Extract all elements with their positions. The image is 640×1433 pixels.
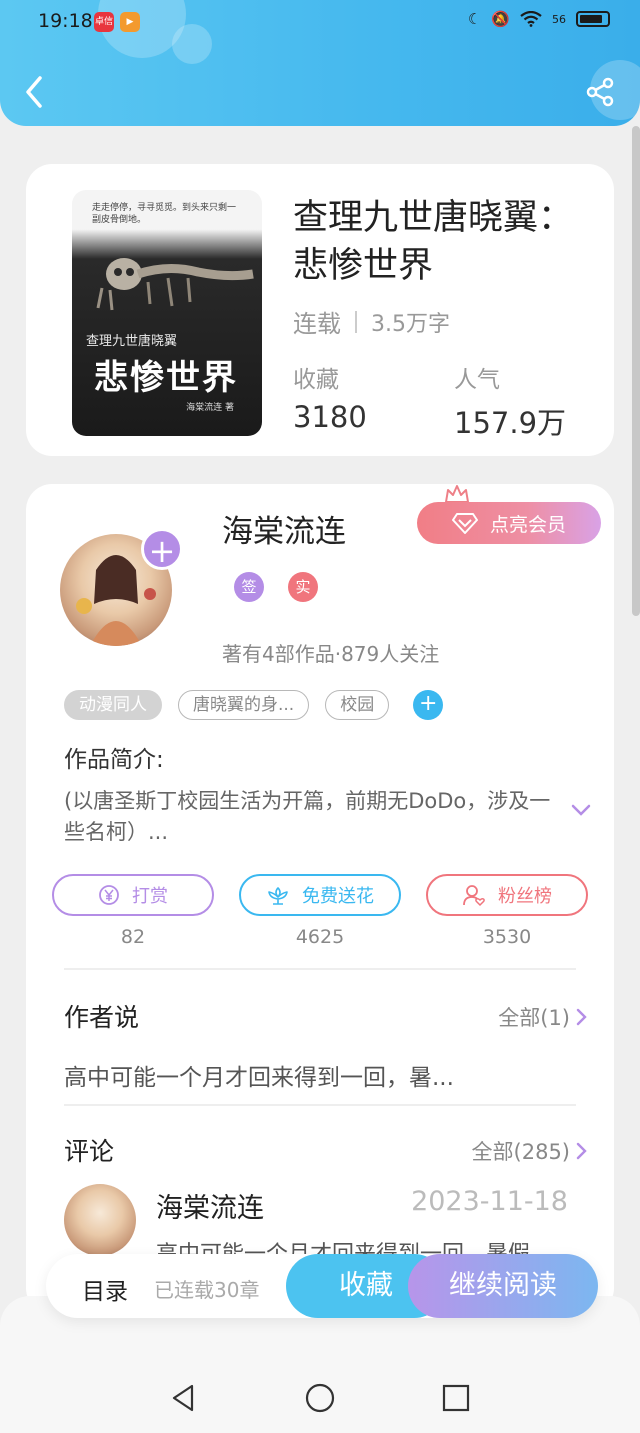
book-title: 查理九世唐晓翼：悲惨世界	[293, 198, 574, 286]
add-tag-button[interactable]: +	[413, 690, 444, 720]
wifi-icon	[520, 11, 542, 27]
author-says-text[interactable]: 高中可能一个月才回来得到一回，暑...	[64, 1058, 454, 1092]
flower-label: 免费送花	[302, 886, 374, 907]
nav-back-icon[interactable]	[168, 1382, 200, 1414]
section-divider	[64, 968, 576, 970]
cover-author: 海棠流连 著	[186, 403, 234, 413]
cover-tagline: 走走停停，寻寻觅觅。到头来只剩一副皮骨倒地。	[92, 203, 237, 225]
comments-more-label: 全部(285)	[471, 1140, 570, 1164]
flower-count: 4625	[295, 926, 345, 948]
tag-item[interactable]: 校园	[325, 690, 390, 720]
book-info-card: 走走停停，寻寻觅觅。到头来只剩一副皮骨倒地。 查理九世唐晓翼 悲惨世界 海棠流连…	[26, 164, 614, 456]
book-meta: 连载 3.5万字	[293, 304, 450, 339]
expand-chevron-icon[interactable]	[570, 802, 592, 818]
notification-app-icon: 卓信	[94, 12, 114, 32]
back-chevron-icon[interactable]	[20, 74, 50, 110]
chevron-right-icon	[576, 1142, 587, 1160]
book-cover-image[interactable]: 走走停停，寻寻觅觅。到头来只剩一副皮骨倒地。 查理九世唐晓翼 悲惨世界 海棠流连…	[72, 190, 262, 436]
book-status: 连载	[293, 310, 341, 338]
author-says-more-label: 全部(1)	[498, 1006, 570, 1030]
bottom-action-bar: 目录 已连载30章 收藏 继续阅读	[46, 1254, 598, 1318]
intro-label: 作品简介:	[64, 747, 164, 773]
comments-title: 评论	[64, 1137, 115, 1166]
toc-button[interactable]: 目录	[82, 1272, 128, 1306]
comment-author-name[interactable]: 海棠流连	[156, 1186, 264, 1225]
collect-label: 收藏	[293, 367, 339, 393]
nav-recents-icon[interactable]	[440, 1382, 472, 1414]
author-name[interactable]: 海棠流连	[222, 506, 346, 551]
flower-icon	[268, 887, 288, 905]
intro-text[interactable]: (以唐圣斯丁校园生活为开篇，前期无DoDo，涉及一些名柯）...	[64, 786, 564, 848]
author-says-more-link[interactable]: 全部(1)	[498, 1002, 588, 1032]
fan-user-icon	[463, 885, 485, 907]
vip-activate-button[interactable]: 点亮会员	[417, 502, 601, 544]
tip-count: 82	[120, 926, 146, 948]
flower-action: 免费送花	[239, 874, 401, 916]
share-icon[interactable]	[584, 76, 616, 108]
book-word-count: 3.5万字	[371, 311, 450, 337]
chapter-count: 已连载30章	[154, 1278, 260, 1302]
bell-muted-icon: 🔕	[491, 10, 510, 28]
verified-badge: 实	[288, 572, 318, 602]
vip-label: 点亮会员	[489, 513, 566, 536]
fan-ranking-button[interactable]: 粉丝榜	[426, 874, 588, 916]
fans-count: 3530	[482, 926, 532, 948]
author-detail-card: + 海棠流连 点亮会员 签 实 著有4部作品·879人关注 动漫同人 唐晓翼的身…	[26, 484, 614, 1314]
comments-more-link[interactable]: 全部(285)	[472, 1136, 588, 1166]
author-says-title: 作者说	[64, 1003, 140, 1032]
status-icons: ☾ 🔕 56	[468, 10, 610, 28]
crown-icon	[445, 485, 469, 503]
notification-video-icon: ▶	[120, 12, 140, 32]
continue-reading-button[interactable]: 继续阅读	[408, 1254, 598, 1318]
tip-button[interactable]: 打赏	[52, 874, 214, 916]
plus-icon: +	[148, 532, 176, 570]
scrollbar-thumb[interactable]	[632, 126, 640, 616]
header-bar: 19:18 卓信 ▶ ☾ 🔕 56	[0, 0, 640, 126]
fans-label: 粉丝榜	[498, 886, 552, 907]
collect-count: 3180	[293, 400, 367, 434]
tag-item[interactable]: 唐晓翼的身...	[178, 690, 310, 720]
nav-home-icon[interactable]	[304, 1382, 336, 1414]
diamond-icon	[451, 513, 478, 534]
cover-skeleton-art	[96, 258, 254, 311]
author-stats: 著有4部作品·879人关注	[222, 642, 440, 666]
signed-badge: 签	[234, 572, 264, 602]
comment-avatar[interactable]	[64, 1184, 136, 1256]
cover-title: 悲惨世界	[94, 358, 238, 398]
chevron-right-icon	[576, 1008, 587, 1026]
system-nav-bar	[0, 1362, 640, 1433]
tip-label: 打赏	[132, 886, 168, 907]
verified-badge-label: 实	[295, 578, 311, 596]
status-bar: 19:18 卓信 ▶ ☾ 🔕 56	[0, 0, 640, 44]
tip-action: 打赏	[52, 874, 214, 916]
send-flower-button[interactable]: 免费送花	[239, 874, 401, 916]
popularity-label: 人气	[454, 367, 500, 393]
signed-badge-label: 签	[241, 578, 257, 596]
status-time: 19:18	[38, 10, 93, 32]
tag-list: 动漫同人 唐晓翼的身... 校园 +	[64, 690, 444, 720]
tag-item[interactable]: 动漫同人	[64, 690, 162, 720]
signal-icon: 56	[552, 12, 566, 26]
section-divider	[64, 1104, 576, 1106]
moon-icon: ☾	[467, 10, 482, 28]
follow-author-button[interactable]: +	[141, 528, 183, 570]
battery-icon	[576, 11, 610, 27]
meta-divider	[355, 310, 357, 333]
yuan-coin-icon	[99, 885, 119, 905]
comment-date: 2023-11-18	[411, 1186, 568, 1217]
fans-action: 粉丝榜	[426, 874, 588, 916]
popularity-count: 157.9万	[454, 406, 567, 440]
cover-subtitle: 查理九世唐晓翼	[86, 334, 178, 349]
